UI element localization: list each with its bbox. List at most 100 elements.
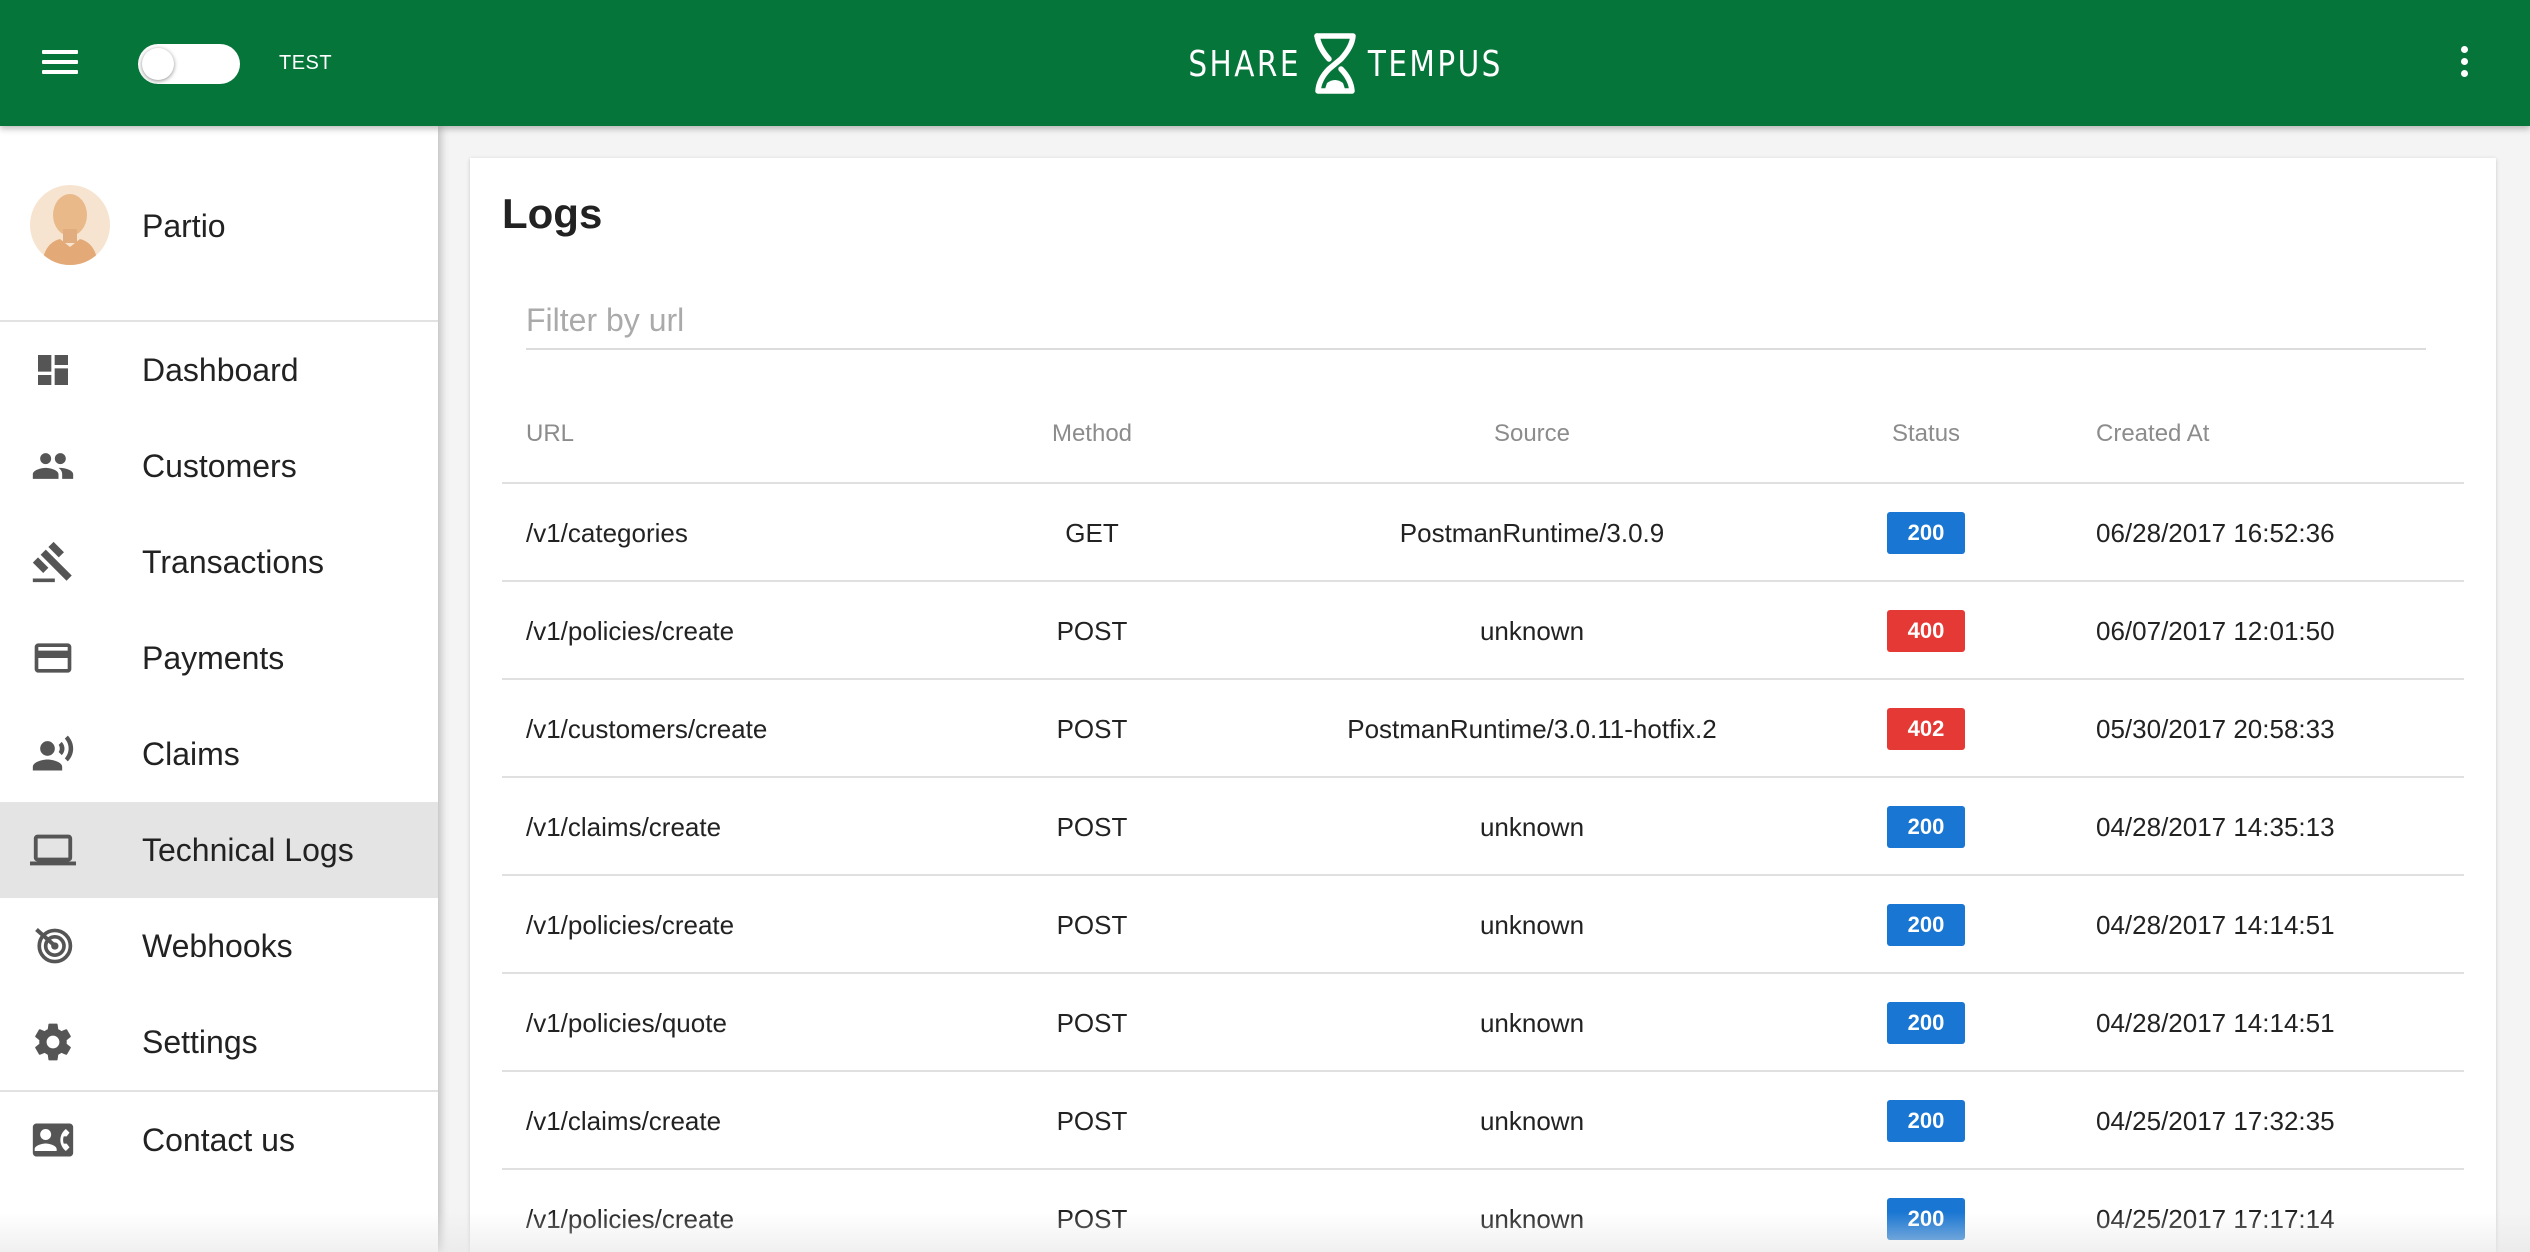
- logo-text-left: SHARE: [1188, 43, 1301, 85]
- status-badge: 200: [1887, 904, 1965, 946]
- cell-created-at: 04/28/2017 14:14:51: [2096, 1008, 2335, 1038]
- sidebar-item-label: Technical Logs: [142, 832, 354, 868]
- record-voice-icon: [30, 734, 76, 774]
- status-badge: 200: [1887, 512, 1965, 554]
- status-badge: 200: [1887, 806, 1965, 848]
- table-row[interactable]: /v1/customers/create POST PostmanRuntime…: [502, 680, 2464, 778]
- cell-source: unknown: [1479, 910, 1585, 940]
- logs-table: URL Method Source Status Created At /v1/…: [502, 384, 2464, 1252]
- cell-url: /v1/claims/create: [526, 1106, 722, 1136]
- cell-method: POST: [1056, 1008, 1128, 1038]
- sidebar-item-label: Dashboard: [142, 352, 299, 388]
- sidebar-item-label: Contact us: [142, 1122, 295, 1158]
- status-badge: 200: [1887, 1100, 1965, 1142]
- credit-card-icon: [30, 638, 76, 678]
- cell-source: unknown: [1479, 616, 1585, 646]
- cell-url: /v1/policies/quote: [526, 1008, 727, 1038]
- column-header-method[interactable]: Method: [1042, 420, 1142, 448]
- page-title: Logs: [502, 190, 603, 237]
- status-badge: 200: [1887, 1002, 1965, 1044]
- sidebar-item-label: Settings: [142, 1024, 258, 1060]
- column-header-source[interactable]: Source: [1182, 420, 1882, 448]
- gear-icon: [30, 1022, 76, 1062]
- cell-method: POST: [1056, 910, 1128, 940]
- cell-source: unknown: [1479, 1008, 1585, 1038]
- cell-method: POST: [1056, 812, 1128, 842]
- cell-created-at: 05/30/2017 20:58:33: [2096, 714, 2335, 744]
- user-profile[interactable]: Partio: [0, 126, 438, 322]
- logo-text-right: TEMPUS: [1368, 43, 1504, 85]
- hourglass-logo-icon: [1314, 33, 1357, 94]
- column-header-status[interactable]: Status: [1892, 420, 1960, 448]
- cell-method: POST: [1056, 616, 1128, 646]
- cell-method: POST: [1056, 1204, 1128, 1234]
- cell-source: PostmanRuntime/3.0.9: [1399, 518, 1665, 548]
- cell-created-at: 06/28/2017 16:52:36: [2096, 518, 2335, 548]
- sidebar-item-label: Claims: [142, 736, 240, 772]
- cell-url: /v1/policies/create: [526, 910, 735, 940]
- avatar: [30, 185, 110, 265]
- test-mode-label: TEST: [279, 52, 333, 74]
- people-icon: [30, 446, 76, 486]
- laptop-icon: [30, 830, 76, 870]
- column-header-url[interactable]: URL: [526, 420, 574, 448]
- sidebar-item-contact-us[interactable]: Contact us: [0, 1092, 438, 1188]
- column-header-created-at[interactable]: Created At: [2096, 420, 2209, 448]
- url-filter-input[interactable]: [526, 292, 2426, 350]
- table-row[interactable]: /v1/claims/create POST unknown 200 04/28…: [502, 778, 2464, 876]
- dashboard-icon: [30, 350, 76, 390]
- share-tempus-logo: SHARE TEMPUS: [1176, 32, 1518, 96]
- toggle-knob[interactable]: [142, 48, 174, 80]
- sidebar-item-webhooks[interactable]: Webhooks: [0, 898, 438, 994]
- cell-method: POST: [1056, 714, 1128, 744]
- logs-card: Logs URL Method Source Status Created At…: [470, 158, 2496, 1252]
- menu-icon[interactable]: [40, 46, 80, 78]
- sidebar-item-label: Webhooks: [142, 928, 293, 964]
- avatar-person-icon: [42, 194, 98, 265]
- cell-source: unknown: [1479, 1106, 1585, 1136]
- cell-created-at: 06/07/2017 12:01:50: [2096, 616, 2335, 646]
- cell-source: unknown: [1479, 812, 1585, 842]
- top-app-bar: TEST SHARE TEMPUS: [0, 0, 2530, 126]
- sidebar-item-customers[interactable]: Customers: [0, 418, 438, 514]
- cell-url: /v1/policies/create: [526, 616, 735, 646]
- sidebar-item-settings[interactable]: Settings: [0, 994, 438, 1090]
- sidebar-item-label: Customers: [142, 448, 297, 484]
- table-row[interactable]: /v1/policies/create POST unknown 200 04/…: [502, 876, 2464, 974]
- sidebar-item-transactions[interactable]: Transactions: [0, 514, 438, 610]
- cell-source: PostmanRuntime/3.0.11-hotfix.2: [1347, 714, 1717, 744]
- table-row[interactable]: /v1/claims/create POST unknown 200 04/25…: [502, 1072, 2464, 1170]
- cell-url: /v1/categories: [526, 518, 688, 548]
- status-badge: 200: [1887, 1198, 1965, 1240]
- cell-url: /v1/claims/create: [526, 812, 722, 842]
- cell-created-at: 04/28/2017 14:35:13: [2096, 812, 2335, 842]
- cell-created-at: 04/28/2017 14:14:51: [2096, 910, 2335, 940]
- sidebar-item-dashboard[interactable]: Dashboard: [0, 322, 438, 418]
- table-header: URL Method Source Status Created At: [502, 384, 2464, 484]
- cell-method: GET: [1065, 518, 1119, 548]
- more-options-icon[interactable]: [2454, 42, 2474, 82]
- status-badge: 402: [1887, 708, 1965, 750]
- table-row[interactable]: /v1/policies/create POST unknown 400 06/…: [502, 582, 2464, 680]
- sidebar: Partio Dashboard Customers Transactions …: [0, 126, 438, 1252]
- contact-card-icon: [30, 1120, 76, 1160]
- user-name: Partio: [142, 208, 226, 244]
- cell-method: POST: [1056, 1106, 1128, 1136]
- sidebar-item-claims[interactable]: Claims: [0, 706, 438, 802]
- test-mode-toggle[interactable]: [138, 44, 240, 84]
- webhook-icon: [30, 926, 76, 966]
- sidebar-item-payments[interactable]: Payments: [0, 610, 438, 706]
- cell-url: /v1/policies/create: [526, 1204, 735, 1234]
- table-row[interactable]: /v1/categories GET PostmanRuntime/3.0.9 …: [502, 484, 2464, 582]
- sidebar-item-label: Transactions: [142, 544, 324, 580]
- table-row[interactable]: /v1/policies/create POST unknown 200 04/…: [502, 1170, 2464, 1252]
- gavel-icon: [30, 541, 76, 583]
- cell-source: unknown: [1479, 1204, 1585, 1234]
- cell-url: /v1/customers/create: [526, 714, 768, 744]
- sidebar-item-technical-logs[interactable]: Technical Logs: [0, 802, 438, 898]
- status-badge: 400: [1887, 610, 1965, 652]
- cell-created-at: 04/25/2017 17:17:14: [2096, 1204, 2335, 1234]
- table-row[interactable]: /v1/policies/quote POST unknown 200 04/2…: [502, 974, 2464, 1072]
- cell-created-at: 04/25/2017 17:32:35: [2096, 1106, 2335, 1136]
- sidebar-item-label: Payments: [142, 640, 285, 676]
